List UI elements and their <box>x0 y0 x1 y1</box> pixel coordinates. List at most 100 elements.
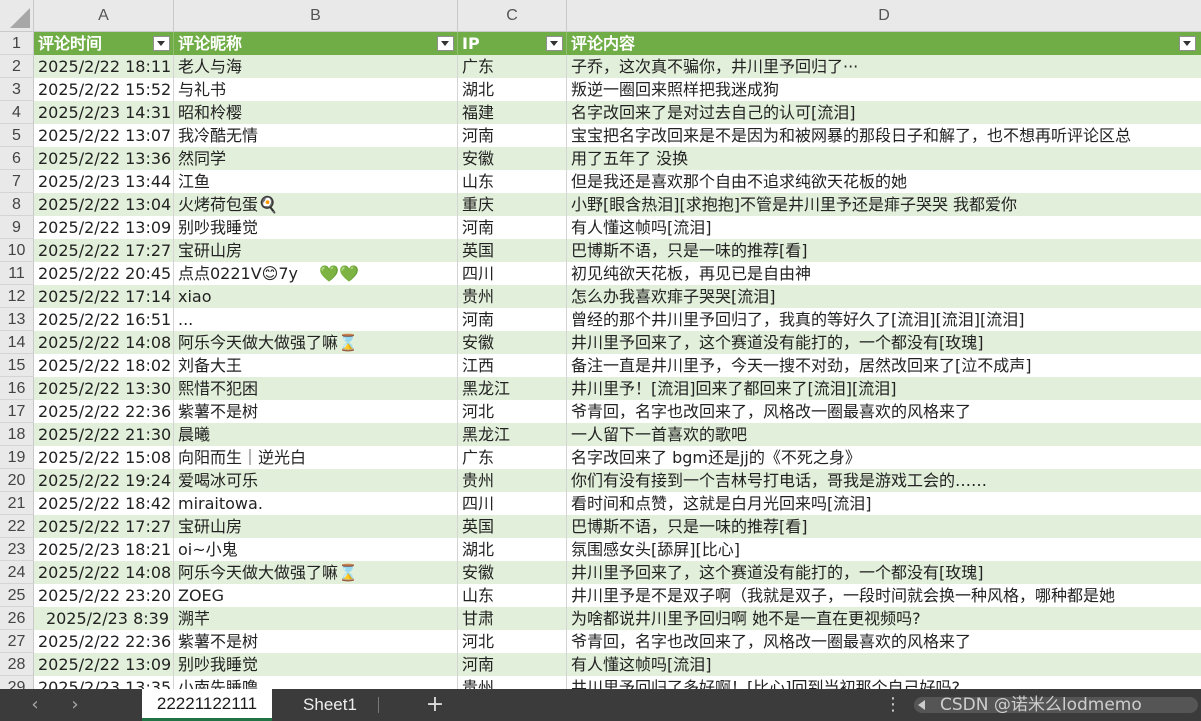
cell-nick[interactable]: 然同学 <box>174 147 458 170</box>
cell-nick[interactable]: ZOEG <box>174 584 458 607</box>
cell-content[interactable]: 井川里予是不是双子啊（我就是双子，一段时间就会换一种风格，哪种都是她 <box>567 584 1201 607</box>
cell-ip[interactable]: 四川 <box>458 492 567 515</box>
column-header-a[interactable]: A <box>34 0 174 32</box>
cell-time[interactable]: 2025/2/23 13:44 <box>34 170 174 193</box>
cell-ip[interactable]: 英国 <box>458 515 567 538</box>
cell-ip[interactable]: 英国 <box>458 239 567 262</box>
row-header[interactable]: 24 <box>0 561 34 584</box>
cell-time[interactable]: 2025/2/22 17:14 <box>34 285 174 308</box>
cell-content[interactable]: 叛逆一圈回来照样把我迷成狗 <box>567 78 1201 101</box>
row-header[interactable]: 21 <box>0 492 34 515</box>
row-header[interactable]: 2 <box>0 55 34 78</box>
cell-content[interactable]: 用了五年了 没换 <box>567 147 1201 170</box>
cell-content[interactable]: 名字改回来了 bgm还是jj的《不死之身》 <box>567 446 1201 469</box>
filter-dropdown-icon[interactable] <box>1179 36 1196 51</box>
cell-ip[interactable]: 贵州 <box>458 676 567 689</box>
row-header[interactable]: 15 <box>0 354 34 377</box>
cell-ip[interactable]: 河北 <box>458 630 567 653</box>
cell-time[interactable]: 2025/2/22 23:20 <box>34 584 174 607</box>
cell-nick[interactable]: 刘备大王 <box>174 354 458 377</box>
cell-nick[interactable]: 紫薯不是树 <box>174 400 458 423</box>
cell-nick[interactable]: 江鱼 <box>174 170 458 193</box>
cell-nick[interactable]: 紫薯不是树 <box>174 630 458 653</box>
cell-time[interactable]: 2025/2/23 18:21 <box>34 538 174 561</box>
cell-ip[interactable]: 河南 <box>458 308 567 331</box>
row-header[interactable]: 23 <box>0 538 34 561</box>
row-header[interactable]: 18 <box>0 423 34 446</box>
header-content[interactable]: 评论内容 <box>567 32 1201 55</box>
cell-nick[interactable]: 小南先睡噜 <box>174 676 458 689</box>
cell-time[interactable]: 2025/2/22 19:24 <box>34 469 174 492</box>
row-header[interactable]: 10 <box>0 239 34 262</box>
select-all-corner[interactable] <box>0 0 34 32</box>
cell-time[interactable]: 2025/2/22 14:08 <box>34 331 174 354</box>
cell-nick[interactable]: 老人与海 <box>174 55 458 78</box>
cell-ip[interactable]: 河南 <box>458 216 567 239</box>
cell-content[interactable]: 但是我还是喜欢那个自由不追求纯欲天花板的她 <box>567 170 1201 193</box>
cell-content[interactable]: 为啥都说井川里予回归啊 她不是一直在更视频吗? <box>567 607 1201 630</box>
cell-ip[interactable]: 广东 <box>458 446 567 469</box>
tab-22221122111[interactable]: 22221122111 <box>142 689 272 721</box>
row-header[interactable]: 3 <box>0 78 34 101</box>
cell-nick[interactable]: 溯芊 <box>174 607 458 630</box>
row-header[interactable]: 17 <box>0 400 34 423</box>
cell-nick[interactable]: 宝研山房 <box>174 239 458 262</box>
cell-content[interactable]: 小野[眼含热泪][求抱抱]不管是井川里予还是痱子哭哭 我都爱你 <box>567 193 1201 216</box>
cell-content[interactable]: 井川里予！[流泪]回来了都回来了[流泪][流泪] <box>567 377 1201 400</box>
cell-nick[interactable]: 熙惜不犯困 <box>174 377 458 400</box>
row-header[interactable]: 11 <box>0 262 34 285</box>
row-header[interactable]: 28 <box>0 653 34 676</box>
filter-dropdown-icon[interactable] <box>546 36 563 51</box>
cell-ip[interactable]: 湖北 <box>458 538 567 561</box>
cell-ip[interactable]: 江西 <box>458 354 567 377</box>
cell-nick[interactable]: 爱喝冰可乐 <box>174 469 458 492</box>
cell-ip[interactable]: 安徽 <box>458 331 567 354</box>
row-header[interactable]: 25 <box>0 584 34 607</box>
row-header[interactable]: 22 <box>0 515 34 538</box>
cell-time[interactable]: 2025/2/23 8:39 <box>34 607 174 630</box>
row-header[interactable]: 19 <box>0 446 34 469</box>
cell-time[interactable]: 2025/2/22 13:04 <box>34 193 174 216</box>
cell-ip[interactable]: 河南 <box>458 124 567 147</box>
cell-ip[interactable]: 四川 <box>458 262 567 285</box>
cell-nick[interactable]: ... <box>174 308 458 331</box>
column-header-d[interactable]: D <box>567 0 1201 32</box>
cell-ip[interactable]: 黑龙江 <box>458 377 567 400</box>
spreadsheet-grid[interactable]: A B C D 1 评论时间 评论昵称 IP 评论内容 2 2025/2/22 1… <box>0 0 1201 689</box>
cell-ip[interactable]: 广东 <box>458 55 567 78</box>
cell-time[interactable]: 2025/2/22 13:09 <box>34 653 174 676</box>
cell-ip[interactable]: 安徽 <box>458 147 567 170</box>
row-header[interactable]: 1 <box>0 32 34 55</box>
cell-time[interactable]: 2025/2/22 17:27 <box>34 515 174 538</box>
cell-time[interactable]: 2025/2/22 13:09 <box>34 216 174 239</box>
row-header[interactable]: 6 <box>0 147 34 170</box>
cell-content[interactable]: 子乔，这次真不骗你，井川里予回归了··· <box>567 55 1201 78</box>
row-header[interactable]: 27 <box>0 630 34 653</box>
row-header[interactable]: 12 <box>0 285 34 308</box>
cell-nick[interactable]: 点点0221V😊7y 💚💚 <box>174 262 458 285</box>
header-nick[interactable]: 评论昵称 <box>174 32 458 55</box>
cell-nick[interactable]: 火烤荷包蛋🍳 <box>174 193 458 216</box>
row-header[interactable]: 9 <box>0 216 34 239</box>
cell-ip[interactable]: 山东 <box>458 170 567 193</box>
tab-sheet1[interactable]: Sheet1 <box>290 689 370 721</box>
cell-ip[interactable]: 甘肃 <box>458 607 567 630</box>
column-header-c[interactable]: C <box>458 0 567 32</box>
cell-nick[interactable]: 宝研山房 <box>174 515 458 538</box>
cell-nick[interactable]: 昭和柃樱 <box>174 101 458 124</box>
cell-content[interactable]: 看时间和点赞，这就是白月光回来吗[流泪] <box>567 492 1201 515</box>
more-options-icon[interactable]: ⋮ <box>884 689 902 721</box>
cell-content[interactable]: 巴博斯不语，只是一味的推荐[看] <box>567 515 1201 538</box>
cell-nick[interactable]: 晨曦 <box>174 423 458 446</box>
row-header[interactable]: 29 <box>0 676 34 689</box>
cell-ip[interactable]: 湖北 <box>458 78 567 101</box>
row-header[interactable]: 16 <box>0 377 34 400</box>
cell-ip[interactable]: 福建 <box>458 101 567 124</box>
cell-time[interactable]: 2025/2/23 14:31 <box>34 101 174 124</box>
cell-nick[interactable]: 向阳而生｜逆光白 <box>174 446 458 469</box>
cell-nick[interactable]: 与礼书 <box>174 78 458 101</box>
cell-nick[interactable]: 阿乐今天做大做强了嘛⌛ <box>174 561 458 584</box>
cell-content[interactable]: 你们有没有接到一个吉林号打电话，哥我是游戏工会的…… <box>567 469 1201 492</box>
filter-dropdown-icon[interactable] <box>153 36 170 51</box>
cell-content[interactable]: 巴博斯不语，只是一味的推荐[看] <box>567 239 1201 262</box>
